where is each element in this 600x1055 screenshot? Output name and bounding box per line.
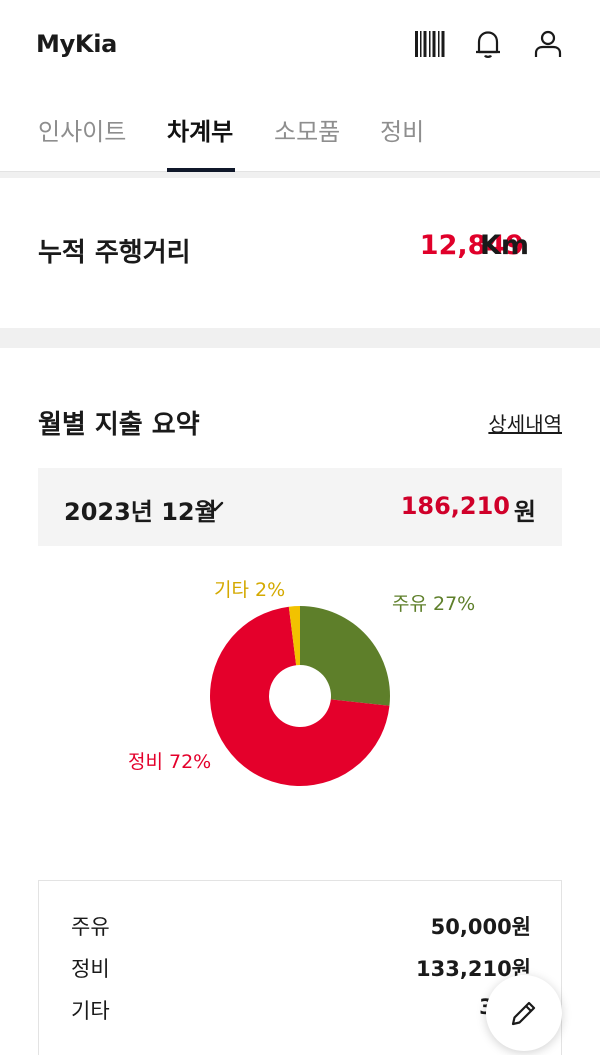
tab-car-ledger[interactable]: 차계부 [167, 112, 235, 172]
tab-bar: 인사이트 차계부 소모품 정비 [0, 102, 600, 172]
tab-label: 정비 [380, 118, 425, 146]
summary-row: 주유 50,000원 [39, 905, 563, 945]
month-total: 186,210 [400, 492, 510, 520]
user-icon[interactable] [530, 26, 566, 62]
summary-row: 기타 3,00 [39, 989, 563, 1029]
tab-maintenance[interactable]: 정비 [380, 112, 424, 172]
summary-name: 정비 [71, 957, 110, 981]
summary-amount: 50,000원 [430, 915, 531, 939]
chevron-down-icon [206, 501, 224, 512]
detail-link[interactable]: 상세내역 [488, 408, 562, 437]
edit-fab-button[interactable] [486, 975, 562, 1051]
app-title: MyKia [36, 30, 118, 58]
app-header: MyKia 인사이트 차계부 소모품 정비 [0, 0, 600, 172]
summary-name: 주유 [71, 915, 110, 939]
slice-label: 주유 27% [392, 593, 475, 615]
month-total-unit: 원 [513, 498, 536, 526]
tab-label: 소모품 [274, 118, 341, 146]
expense-donut-chart: 주유 27% 정비 72% 기타 2% [0, 578, 600, 838]
donut-slice-0 [300, 606, 390, 706]
month-selector[interactable]: 2023년 12월 186,210 원 [38, 468, 562, 546]
monthly-expense-card: 월별 지출 요약 상세내역 2023년 12월 186,210 원 주유 27%… [0, 348, 600, 1055]
tab-insight[interactable]: 인사이트 [38, 112, 126, 172]
summary-name: 기타 [71, 999, 110, 1023]
tab-indicator [167, 168, 235, 172]
slice-label: 기타 2% [214, 579, 285, 601]
tab-label: 인사이트 [38, 118, 127, 146]
barcode-icon[interactable] [412, 26, 448, 62]
expense-summary: 주유 50,000원 정비 133,210원 기타 3,00 [38, 880, 562, 1055]
pencil-icon [511, 1001, 536, 1026]
mileage-card: 누적 주행거리 12,849 Km [0, 178, 600, 328]
mileage-label: 누적 주행거리 [38, 238, 191, 268]
bell-icon[interactable] [470, 26, 506, 62]
mileage-unit: Km [480, 230, 530, 261]
section-title: 월별 지출 요약 [38, 410, 200, 440]
month-label: 2023년 12월 [64, 498, 217, 526]
slice-label: 정비 72% [128, 751, 211, 773]
tab-consumables[interactable]: 소모품 [274, 112, 340, 172]
tab-label: 차계부 [167, 118, 234, 146]
summary-row: 정비 133,210원 [39, 947, 563, 987]
